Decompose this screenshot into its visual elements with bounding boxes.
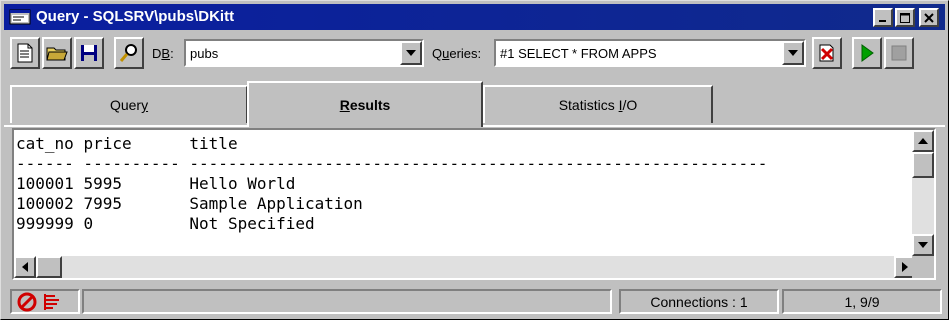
tab-strip: Query Results Statistics I/O: [4, 81, 945, 127]
column-header-title: title: [189, 134, 238, 153]
results-header-row: cat_no price title: [16, 134, 910, 154]
tab-results-label: Results: [339, 97, 391, 113]
scroll-left-button[interactable]: [14, 256, 36, 278]
status-icons-panel: [10, 289, 80, 314]
stop-button[interactable]: [884, 37, 914, 69]
results-text[interactable]: cat_no price title ------ ---------- ----…: [16, 134, 910, 234]
results-grid-icon[interactable]: [42, 291, 64, 313]
status-message-panel: [82, 289, 612, 314]
close-icon: [924, 12, 934, 23]
database-select[interactable]: pubs: [184, 39, 424, 67]
tab-query-label: Query: [109, 97, 149, 113]
stop-icon: [891, 45, 907, 61]
connections-status: Connections : 1: [619, 289, 779, 314]
minimize-button[interactable]: [873, 8, 893, 27]
chevron-left-icon: [22, 262, 28, 272]
table-row: 100001 5995 Hello World: [16, 174, 910, 194]
chevron-down-icon: [918, 242, 928, 248]
toolbar: DB: pubs Queries: #1 SELECT * FROM APPS: [4, 34, 945, 74]
minimize-icon: [879, 19, 886, 22]
tab-results[interactable]: Results: [247, 81, 483, 127]
vertical-scroll-thumb[interactable]: [912, 152, 934, 178]
cell-cat-no: 100002: [16, 194, 74, 213]
window-title: Query - SQLSRV\pubs\DKitt: [36, 8, 235, 25]
open-button[interactable]: [42, 37, 72, 69]
remove-query-icon: [819, 44, 834, 62]
remove-query-button[interactable]: [812, 37, 842, 69]
maximize-button[interactable]: [895, 8, 915, 27]
queries-dropdown-button[interactable]: [782, 41, 804, 65]
queries-value: #1 SELECT * FROM APPS: [500, 46, 657, 61]
cell-cat-no: 100001: [16, 174, 74, 193]
execute-button[interactable]: [852, 37, 882, 69]
header-separator: ------ ---------- ----------------------…: [16, 154, 768, 173]
stop-sign-icon[interactable]: [16, 291, 38, 313]
open-folder-icon: [46, 47, 68, 61]
chevron-up-icon: [918, 138, 928, 144]
cell-cat-no: 999999: [16, 214, 74, 233]
find-icon: [119, 44, 137, 62]
save-button[interactable]: [74, 37, 104, 69]
chevron-down-icon: [788, 50, 798, 56]
status-bar: Connections : 1 1, 9/9: [4, 287, 945, 316]
chevron-down-icon: [406, 50, 416, 56]
query-window: Query - SQLSRV\pubs\DKitt DB: pubs Queri…: [0, 0, 949, 320]
column-header-price: price: [83, 134, 132, 153]
cell-price: 7995: [83, 194, 122, 213]
vertical-scrollbar[interactable]: [912, 130, 934, 256]
cell-title: Sample Application: [189, 194, 363, 213]
close-button[interactable]: [919, 8, 939, 27]
database-dropdown-button[interactable]: [400, 41, 422, 65]
horizontal-scrollbar[interactable]: [14, 256, 916, 278]
chevron-right-icon: [902, 262, 908, 272]
save-icon: [81, 45, 97, 61]
scrollbar-corner: [912, 256, 934, 278]
scroll-up-button[interactable]: [912, 130, 934, 152]
new-query-button[interactable]: [10, 37, 40, 69]
cell-price: 0: [83, 214, 94, 233]
tab-query[interactable]: Query: [10, 85, 248, 123]
find-button[interactable]: [114, 37, 144, 69]
results-pane[interactable]: cat_no price title ------ ---------- ----…: [12, 128, 936, 280]
cell-price: 5995: [83, 174, 122, 193]
new-query-icon: [17, 43, 33, 63]
tab-statistics-io-label: Statistics I/O: [558, 97, 638, 113]
queries-select[interactable]: #1 SELECT * FROM APPS: [494, 39, 806, 67]
table-row: 100002 7995 Sample Application: [16, 194, 910, 214]
cursor-position-status: 1, 9/9: [782, 289, 942, 314]
cell-title: Not Specified: [189, 214, 315, 233]
database-value: pubs: [190, 46, 219, 61]
cell-title: Hello World: [189, 174, 296, 193]
queries-label: Queries:: [432, 46, 482, 61]
db-label: DB:: [152, 46, 174, 61]
execute-icon: [861, 44, 874, 62]
column-header-cat-no: cat_no: [16, 134, 74, 153]
scroll-down-button[interactable]: [912, 234, 934, 256]
query-window-icon[interactable]: [9, 8, 31, 26]
title-bar[interactable]: Query - SQLSRV\pubs\DKitt: [4, 4, 945, 30]
maximize-icon: [900, 12, 910, 23]
horizontal-scroll-thumb[interactable]: [36, 256, 62, 278]
tab-statistics-io[interactable]: Statistics I/O: [483, 85, 713, 123]
table-row: 999999 0 Not Specified: [16, 214, 910, 234]
